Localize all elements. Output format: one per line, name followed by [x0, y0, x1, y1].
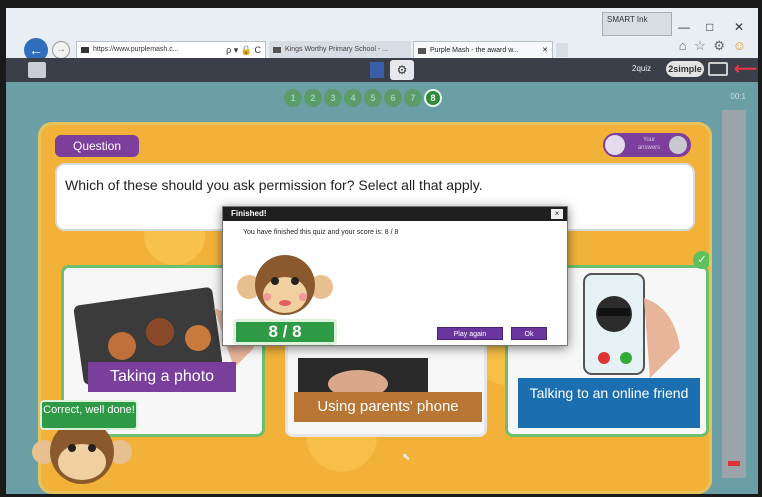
smiley-feedback-icon[interactable]: ☺ — [733, 38, 748, 53]
question-steps: 12345678 — [284, 88, 444, 107]
save-icon[interactable] — [370, 62, 384, 78]
step-7[interactable]: 7 — [404, 89, 422, 107]
app-menu-icon[interactable] — [28, 62, 46, 78]
tab-close-icon[interactable]: ✕ — [542, 42, 548, 58]
step-5[interactable]: 5 — [364, 89, 382, 107]
answer-label: Talking to an online friend — [518, 378, 700, 428]
step-3[interactable]: 3 — [324, 89, 342, 107]
close-window-button[interactable]: ✕ — [734, 20, 744, 34]
fullscreen-icon[interactable] — [708, 62, 728, 76]
tab-label: Kings Worthy Primary School - ... — [285, 46, 388, 53]
step-1[interactable]: 1 — [284, 89, 302, 107]
browser-chrome: SMART Ink — □ ✕ ← → https://www.purplema… — [6, 8, 758, 62]
smart-ink-widget[interactable]: SMART Ink — [602, 12, 672, 36]
2simple-logo: 2simple — [666, 61, 704, 77]
scrollbar-marker — [728, 461, 740, 466]
address-bar[interactable]: https://www.purplemash.c... ρ ▾ 🔒 C — [76, 41, 266, 59]
page-icon — [81, 47, 89, 53]
dialog-title: Finished! — [223, 207, 567, 221]
app-bar: ⚙ 2quiz 2simple ⟵ — [6, 58, 758, 82]
question-label: Question — [55, 135, 139, 157]
new-tab-button[interactable] — [556, 43, 568, 57]
address-text: https://www.purplemash.c... — [93, 46, 179, 53]
settings-gear-icon[interactable]: ⚙ — [390, 60, 414, 80]
step-4[interactable]: 4 — [344, 89, 362, 107]
mouse-cursor-icon: ⬉ — [402, 452, 411, 463]
ok-button[interactable]: Ok — [511, 327, 547, 340]
dialog-message: You have finished this quiz and your sco… — [243, 229, 399, 236]
correct-feedback-badge: Correct, well done! — [40, 400, 138, 430]
quiz-area: 12345678 00:1 Question Your answers Whic… — [6, 82, 758, 494]
address-tools[interactable]: ρ ▾ 🔒 C — [226, 42, 261, 58]
tab-label: Purple Mash - the award w... — [430, 47, 519, 54]
restore-button[interactable]: □ — [706, 20, 713, 34]
exit-arrow-icon[interactable]: ⟵ — [734, 59, 757, 79]
score-board: 8 / 8 — [233, 319, 337, 345]
tab-favicon-icon — [273, 47, 281, 53]
dialog-close-button[interactable]: × — [551, 209, 563, 219]
minimize-button[interactable]: — — [678, 20, 690, 34]
play-again-button[interactable]: Play again — [437, 327, 503, 340]
finished-dialog: Finished! × You have finished this quiz … — [222, 206, 568, 346]
your-answers-toggle[interactable]: Your answers — [603, 133, 691, 157]
step-2[interactable]: 2 — [304, 89, 322, 107]
forward-button[interactable]: → — [52, 41, 70, 59]
vertical-scrollbar[interactable] — [722, 110, 746, 478]
home-star-gear-icons[interactable]: ⌂ ☆ ⚙ — [679, 38, 727, 53]
answer-label: Taking a photo — [88, 362, 236, 392]
tab-kings-worthy[interactable]: Kings Worthy Primary School - ... — [269, 41, 411, 59]
browser-toolbar-icons[interactable]: ⌂ ☆ ⚙ ☺ — [679, 38, 748, 54]
monkey-mascot-icon — [237, 255, 333, 315]
toggle-knob[interactable] — [605, 135, 625, 155]
checkmark-icon: ✓ — [693, 251, 709, 269]
avatar-icon — [669, 136, 687, 154]
toggle-label: Your answers — [637, 137, 661, 151]
tab-purple-mash[interactable]: Purple Mash - the award w... ✕ — [413, 41, 553, 59]
tab-favicon-icon — [418, 48, 426, 54]
answer-label: Using parents' phone — [294, 392, 482, 422]
step-8-current[interactable]: 8 — [424, 89, 442, 107]
app-name: 2quiz — [632, 64, 652, 73]
timer: 00:1 — [730, 92, 746, 101]
question-text: Which of these should you ask permission… — [65, 177, 483, 193]
step-6[interactable]: 6 — [384, 89, 402, 107]
screen: SMART Ink — □ ✕ ← → https://www.purplema… — [6, 8, 758, 494]
